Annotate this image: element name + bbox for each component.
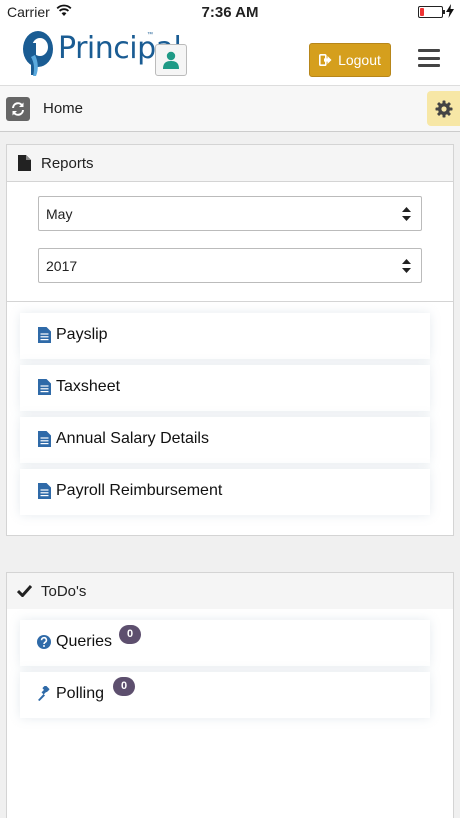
check-icon [17, 584, 32, 597]
reports-list: Payslip Taxsheet Annual Salary Details P… [6, 302, 454, 536]
principal-logo-icon[interactable] [22, 29, 54, 77]
todo-item-label: Polling [56, 685, 105, 702]
refresh-icon [12, 102, 24, 116]
charging-bolt-icon [446, 4, 454, 18]
status-bar: Carrier 7:36 AM [0, 0, 460, 24]
user-icon [163, 51, 179, 69]
file-icon [18, 155, 31, 171]
month-select[interactable]: May [38, 196, 422, 231]
report-item-label: Payslip [56, 326, 108, 343]
reports-title: Reports [41, 155, 94, 172]
logout-label: Logout [338, 52, 381, 68]
todo-panel: ToDo's [6, 572, 454, 610]
todo-title: ToDo's [41, 583, 87, 600]
todo-item-label: Queries [56, 633, 113, 650]
report-item-label: Payroll Reimbursement [56, 482, 223, 499]
polling-count-badge: 0 [113, 677, 135, 696]
reports-panel: Reports May 2017 [6, 144, 454, 302]
file-text-icon [38, 327, 51, 343]
report-item-label: Annual Salary Details [56, 430, 209, 447]
queries-count-badge: 0 [119, 625, 141, 644]
report-item-label: Taxsheet [56, 378, 121, 395]
select-arrows-icon [402, 207, 411, 221]
battery-icon [418, 6, 445, 18]
logout-button[interactable]: Logout [309, 43, 391, 77]
refresh-button[interactable] [6, 97, 30, 121]
gear-icon [435, 100, 452, 117]
question-circle-icon [37, 635, 51, 649]
clock-time: 7:36 AM [201, 4, 259, 21]
brand-trademark: ™ [147, 32, 153, 38]
todo-panel-heading: ToDo's [7, 573, 453, 610]
todo-item-polling[interactable]: Polling 0 [20, 672, 430, 718]
hamburger-menu-button[interactable] [418, 49, 440, 67]
settings-button[interactable] [427, 91, 460, 126]
breadcrumb: Home [0, 86, 460, 132]
select-arrows-icon [402, 259, 411, 273]
todo-item-queries[interactable]: Queries 0 [20, 620, 430, 666]
user-profile-button[interactable] [155, 44, 187, 76]
breadcrumb-home[interactable]: Home [43, 100, 83, 117]
report-item-taxsheet[interactable]: Taxsheet [20, 365, 430, 411]
file-text-icon [38, 431, 51, 447]
top-navbar: Principal ™ Logout [0, 24, 460, 86]
gavel-icon [38, 686, 50, 701]
report-item-payroll-reimbursement[interactable]: Payroll Reimbursement [20, 469, 430, 515]
reports-panel-heading: Reports [7, 145, 453, 182]
report-item-payslip[interactable]: Payslip [20, 313, 430, 359]
sign-out-icon [319, 54, 332, 66]
month-select-value: May [46, 206, 73, 222]
file-text-icon [38, 379, 51, 395]
report-item-annual-salary-details[interactable]: Annual Salary Details [20, 417, 430, 463]
todo-list: Queries 0 Polling 0 [6, 609, 454, 818]
year-select-value: 2017 [46, 258, 78, 274]
year-select[interactable]: 2017 [38, 248, 422, 283]
file-text-icon [38, 483, 51, 499]
